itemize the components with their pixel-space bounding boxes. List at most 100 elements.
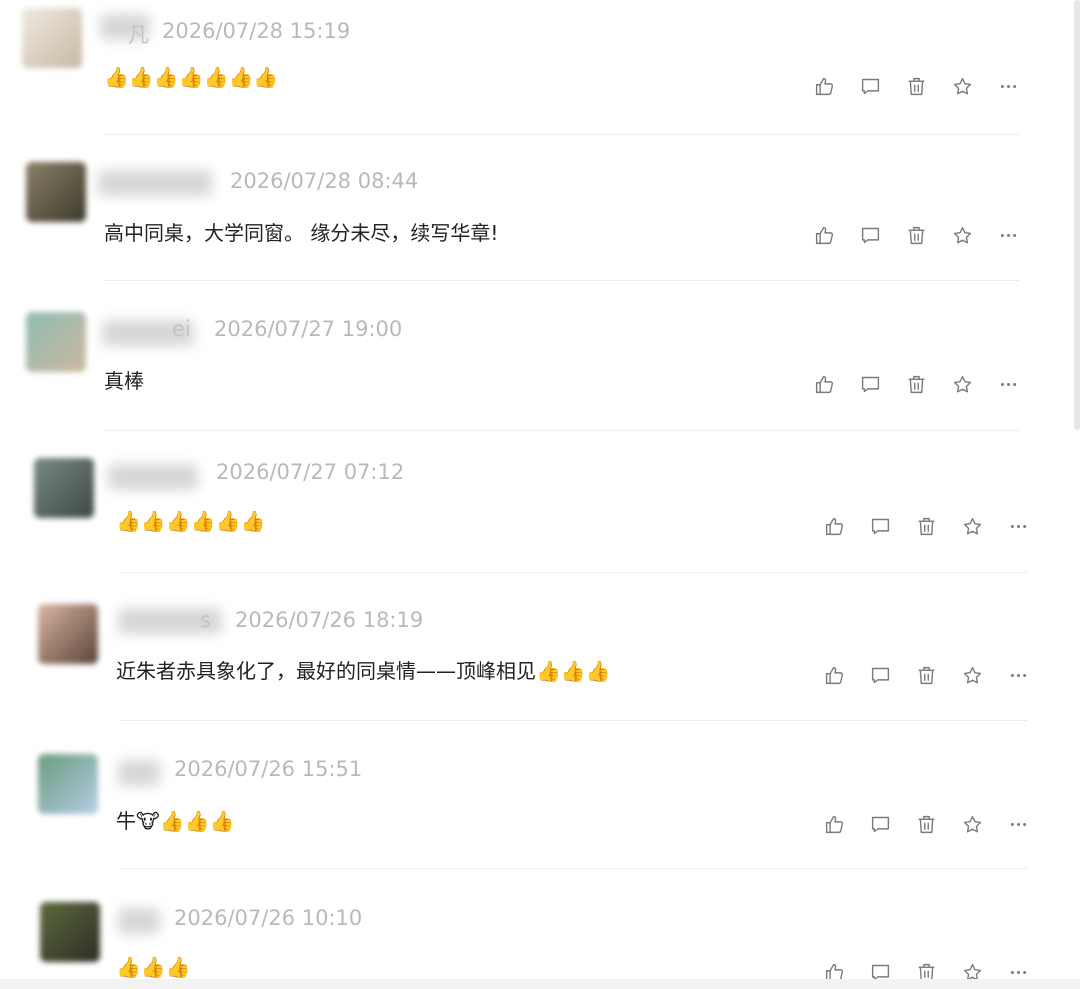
comment-timestamp: 2026/07/27 19:00 xyxy=(214,317,403,341)
delete-icon xyxy=(906,76,927,97)
like-button[interactable] xyxy=(822,663,846,687)
more-icon xyxy=(1008,516,1029,537)
comment-timestamp: 2026/07/27 07:12 xyxy=(216,460,405,484)
avatar[interactable] xyxy=(40,902,100,962)
favorite-button[interactable] xyxy=(950,372,974,396)
reply-button[interactable] xyxy=(868,514,892,538)
more-icon xyxy=(1008,814,1029,835)
delete-button[interactable] xyxy=(914,663,938,687)
comment-text: 近朱者赤具象化了，最好的同桌情——顶峰相见👍👍👍 xyxy=(116,659,611,683)
username-blurred xyxy=(118,908,160,934)
comment-text: 牛🐮👍👍👍 xyxy=(116,809,235,833)
comment-divider xyxy=(104,134,1020,135)
reply-button[interactable] xyxy=(858,223,882,247)
delete-button[interactable] xyxy=(904,223,928,247)
like-button[interactable] xyxy=(812,74,836,98)
username-partial: ei xyxy=(172,317,191,341)
like-icon xyxy=(824,814,845,835)
username-blurred xyxy=(118,760,160,786)
comment-icon xyxy=(860,76,881,97)
more-icon xyxy=(1008,665,1029,686)
comment-actions xyxy=(822,812,1030,836)
comment-text: 真棒 xyxy=(104,369,144,393)
favorite-button[interactable] xyxy=(960,663,984,687)
comment-text: 👍👍👍 xyxy=(116,955,191,979)
comment-timestamp: 2026/07/26 10:10 xyxy=(174,906,363,930)
like-icon xyxy=(814,225,835,246)
comment-text: 高中同桌，大学同窗。 缘分未尽，续写华章! xyxy=(104,221,499,245)
delete-button[interactable] xyxy=(904,372,928,396)
more-button[interactable] xyxy=(1006,663,1030,687)
favorite-icon xyxy=(952,374,973,395)
like-button[interactable] xyxy=(812,223,836,247)
more-icon xyxy=(998,76,1019,97)
comment-divider xyxy=(120,868,1028,869)
username-blurred xyxy=(98,170,212,196)
avatar[interactable] xyxy=(38,754,98,814)
like-icon xyxy=(814,374,835,395)
favorite-icon xyxy=(962,814,983,835)
favorite-icon xyxy=(952,225,973,246)
comment-timestamp: 2026/07/28 15:19 xyxy=(162,19,351,43)
like-button[interactable] xyxy=(822,514,846,538)
more-button[interactable] xyxy=(996,223,1020,247)
favorite-button[interactable] xyxy=(950,223,974,247)
comment-actions xyxy=(822,514,1030,538)
like-button[interactable] xyxy=(822,812,846,836)
avatar[interactable] xyxy=(38,604,98,664)
comment-actions xyxy=(812,223,1020,247)
more-button[interactable] xyxy=(996,372,1020,396)
like-button[interactable] xyxy=(812,372,836,396)
comment-icon xyxy=(860,225,881,246)
reply-button[interactable] xyxy=(868,812,892,836)
comment-timestamp: 2026/07/28 08:44 xyxy=(230,169,419,193)
favorite-button[interactable] xyxy=(960,812,984,836)
favorite-button[interactable] xyxy=(950,74,974,98)
avatar[interactable] xyxy=(26,312,86,372)
like-icon xyxy=(824,665,845,686)
comment-divider xyxy=(104,430,1020,431)
comment-actions xyxy=(812,74,1020,98)
more-button[interactable] xyxy=(996,74,1020,98)
comment-icon xyxy=(870,814,891,835)
more-icon xyxy=(998,225,1019,246)
username-partial: 凡 xyxy=(128,23,149,47)
avatar[interactable] xyxy=(22,8,82,68)
reply-button[interactable] xyxy=(868,663,892,687)
avatar[interactable] xyxy=(26,162,86,222)
comments-page: 凡 2026/07/28 15:19 👍👍👍👍👍👍👍 2026/07/28 08:44… xyxy=(0,0,1080,989)
more-button[interactable] xyxy=(1006,514,1030,538)
comment-actions xyxy=(812,372,1020,396)
delete-icon xyxy=(916,665,937,686)
favorite-icon xyxy=(962,665,983,686)
comment-actions xyxy=(822,663,1030,687)
comment-icon xyxy=(870,516,891,537)
delete-icon xyxy=(916,814,937,835)
more-icon xyxy=(998,374,1019,395)
comment-text: 👍👍👍👍👍👍 xyxy=(116,509,266,533)
like-icon xyxy=(814,76,835,97)
favorite-icon xyxy=(962,516,983,537)
scrollbar[interactable] xyxy=(1074,0,1080,430)
avatar[interactable] xyxy=(34,458,94,518)
more-button[interactable] xyxy=(1006,812,1030,836)
bottom-edge xyxy=(0,979,1080,989)
delete-icon xyxy=(906,225,927,246)
comment-timestamp: 2026/07/26 15:51 xyxy=(174,757,363,781)
delete-icon xyxy=(916,516,937,537)
comment-icon xyxy=(860,374,881,395)
comment-divider xyxy=(120,572,1028,573)
reply-button[interactable] xyxy=(858,74,882,98)
delete-icon xyxy=(906,374,927,395)
comment-text: 👍👍👍👍👍👍👍 xyxy=(104,65,279,89)
delete-button[interactable] xyxy=(914,514,938,538)
like-icon xyxy=(824,516,845,537)
reply-button[interactable] xyxy=(858,372,882,396)
delete-button[interactable] xyxy=(914,812,938,836)
username-blurred xyxy=(108,464,198,490)
comment-divider xyxy=(120,720,1028,721)
comment-divider xyxy=(104,280,1020,281)
delete-button[interactable] xyxy=(904,74,928,98)
favorite-button[interactable] xyxy=(960,514,984,538)
username-partial: s xyxy=(200,608,211,632)
